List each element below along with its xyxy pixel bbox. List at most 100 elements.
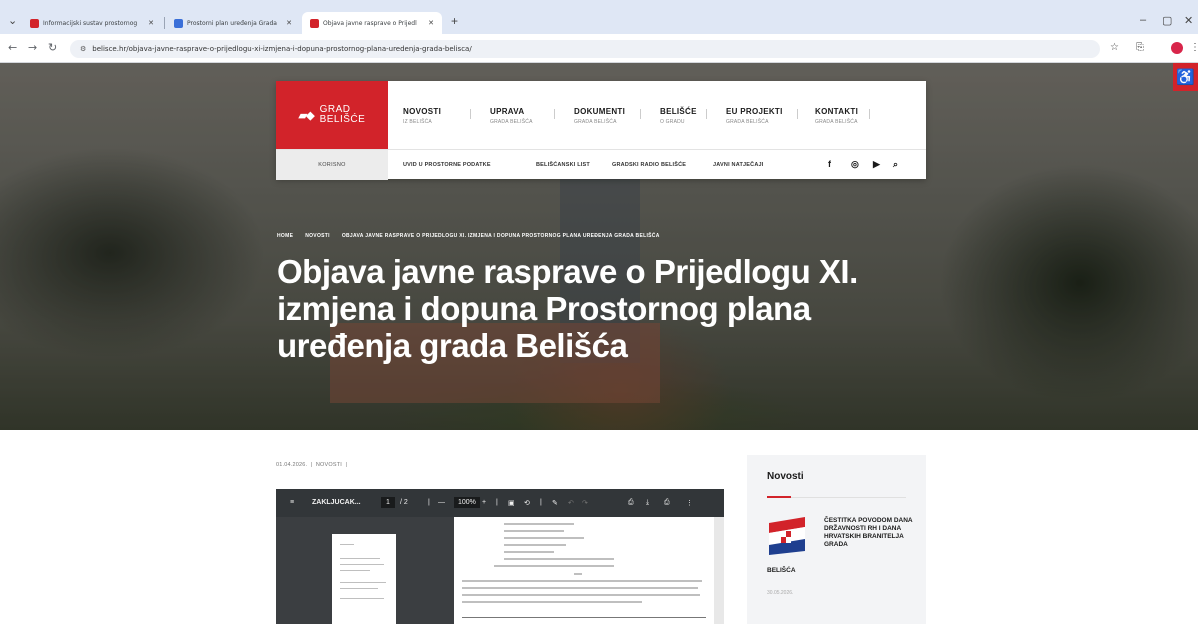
redo-icon[interactable]: ↷ [582,499,588,507]
close-icon[interactable]: ✕ [286,19,292,27]
extensions-icon[interactable]: ⎘ [1136,42,1144,53]
breadcrumb-home[interactable]: HOME [277,233,293,239]
zoom-input[interactable]: 100% [454,497,480,508]
accessibility-icon[interactable]: ♿ [1173,63,1198,91]
pdf-filename: ZAKLJUCAK... [312,499,361,506]
thumb-text-line [340,564,384,565]
menu-divider [470,109,471,119]
browser-tab-3-active[interactable]: Objava javne rasprave o Prijedl ✕ [302,12,442,34]
tab-separator [164,17,165,29]
hamburger-menu-icon[interactable]: ≡ [290,499,294,506]
thumb-text-line [340,570,370,571]
bookmark-star-icon[interactable]: ☆ [1110,42,1119,53]
kebab-menu-icon[interactable]: ⋮ [1190,42,1198,53]
new-tab-button[interactable]: + [451,14,458,28]
minimize-icon[interactable]: – [1140,14,1146,26]
thumb-text-line [340,558,380,559]
thumb-text-line [340,598,384,599]
restore-icon[interactable]: ▢ [1162,14,1172,27]
menu-sublabel: GRADA BELIŠĆA [490,119,533,125]
menu-item-dokumenti[interactable]: DOKUMENTI GRADA BELIŠĆA [574,107,625,125]
divider: | [496,499,498,506]
site-logo[interactable]: ▰◆ GRAD BELIŠĆE [276,81,388,149]
profile-avatar[interactable] [1171,42,1183,54]
news-item-title[interactable]: ČESTITKA POVODOM DANA DRŽAVNOSTI RH I DA… [824,517,916,549]
menu-item-belisce[interactable]: BELIŠĆE O GRADU [660,107,697,125]
menu-label: NOVOSTI [403,107,442,116]
subnav-item-prostorni-podaci[interactable]: UVID U PROSTORNE PODATKE [403,162,491,168]
hero-banner: ▰◆ GRAD BELIŠĆE NOVOSTI IZ BELIŠĆA UPRAV… [0,63,1198,430]
undo-icon[interactable]: ↶ [568,499,574,507]
print-icon[interactable]: ⎙ [664,499,670,507]
pdf-text-line [494,565,614,567]
menu-sublabel: GRADA BELIŠĆA [815,119,858,125]
annotate-icon[interactable]: ✎ [552,499,558,507]
browser-tab-2[interactable]: Prostorni plan uređenja Grada ✕ [166,12,300,34]
news-thumbnail-flag[interactable] [767,515,807,555]
tab-favicon-icon [30,18,39,28]
breadcrumb-novosti[interactable]: NOVOSTI [305,233,330,239]
menu-divider [797,109,798,119]
tune-icon[interactable]: ⚙ [80,45,86,53]
meta-separator: | [343,462,348,468]
print-preview-icon[interactable]: ⎙ [628,499,634,507]
article-meta: 01.04.2026. | NOVOSTI | [276,462,347,468]
fit-page-icon[interactable]: ▣ [508,499,515,507]
pdf-text-line [504,537,584,539]
zoom-out-icon[interactable]: — [438,499,445,506]
close-window-icon[interactable]: ✕ [1184,14,1193,27]
pdf-page-total: / 2 [400,499,408,506]
arrow-left-icon[interactable]: ← [8,41,17,54]
subnav-item-javni-natjecaji[interactable]: JAVNI NATJEČAJI [713,162,763,168]
article-category[interactable]: NOVOSTI [316,462,342,468]
meta-separator: | [309,462,316,468]
menu-divider [869,109,870,119]
close-icon[interactable]: ✕ [148,19,154,27]
arrow-right-icon[interactable]: → [28,41,37,54]
pdf-page [454,517,714,624]
menu-sublabel: O GRADU [660,119,685,125]
divider: | [428,499,430,506]
pdf-more-icon[interactable]: ⋮ [686,499,693,507]
pdf-scrollbar[interactable] [714,517,724,624]
pdf-text-line [504,551,554,553]
news-item-title-tail[interactable]: BELIŠĆA [767,567,796,574]
pdf-page-thumbnail[interactable] [332,534,396,624]
menu-item-kontakti[interactable]: KONTAKTI GRADA BELIŠĆA [815,107,858,125]
logo-line-2: BELIŠĆE [319,114,366,125]
zoom-in-icon[interactable]: + [482,499,486,506]
menu-item-uprava[interactable]: UPRAVA GRADA BELIŠĆA [490,107,533,125]
tab-title: Prostorni plan uređenja Grada [187,19,277,27]
instagram-icon[interactable]: ◎ [851,159,859,170]
menu-item-novosti[interactable]: NOVOSTI IZ BELIŠĆA [403,107,441,125]
flag-icon [767,515,807,555]
news-item-date: 30.05.2026. [767,590,794,596]
subnav-item-gradski-radio[interactable]: GRADSKI RADIO BELIŠĆE [612,162,686,168]
subnav-item-belisanski-list[interactable]: BELIŠĆANSKI LIST [536,162,590,168]
site-header: ▰◆ GRAD BELIŠĆE NOVOSTI IZ BELIŠĆA UPRAV… [276,81,926,180]
close-icon[interactable]: ✕ [428,19,434,27]
menu-divider [554,109,555,119]
rotate-icon[interactable]: ⟲ [524,499,530,507]
youtube-icon[interactable]: ▶ [873,159,880,170]
reload-icon[interactable]: ↻ [48,41,57,54]
subnav-korisno[interactable]: KORISNO [276,150,388,180]
menu-divider [706,109,707,119]
browser-tab-1[interactable]: Informacijski sustav prostornog ✕ [22,12,162,34]
menu-item-eu-projekti[interactable]: EU PROJEKTI GRADA BELIŠĆA [726,107,783,125]
menu-label: EU PROJEKTI [726,107,783,116]
pdf-toolbar: ≡ ZAKLJUCAK... 1 / 2 | — 100% + | ▣ ⟲ | … [276,489,724,517]
menu-label: UPRAVA [490,107,525,116]
tab-favicon-icon [174,18,183,28]
facebook-icon[interactable]: f [828,159,831,169]
pdf-page-input[interactable]: 1 [381,497,395,508]
url-field[interactable]: ⚙ belisce.hr/objava-javne-rasprave-o-pri… [70,40,1100,58]
tab-title: Informacijski sustav prostornog [43,19,138,27]
pdf-text-line [462,617,706,618]
download-icon[interactable]: ⤓ [646,499,649,507]
breadcrumb: HOME NOVOSTI OBJAVA JAVNE RASPRAVE O PRI… [277,233,660,239]
divider: | [540,499,542,506]
search-icon[interactable]: ⌕ [893,159,898,170]
logo-text: GRAD BELIŠĆE [320,105,366,125]
tab-search-icon[interactable]: ⌄ [8,14,17,27]
